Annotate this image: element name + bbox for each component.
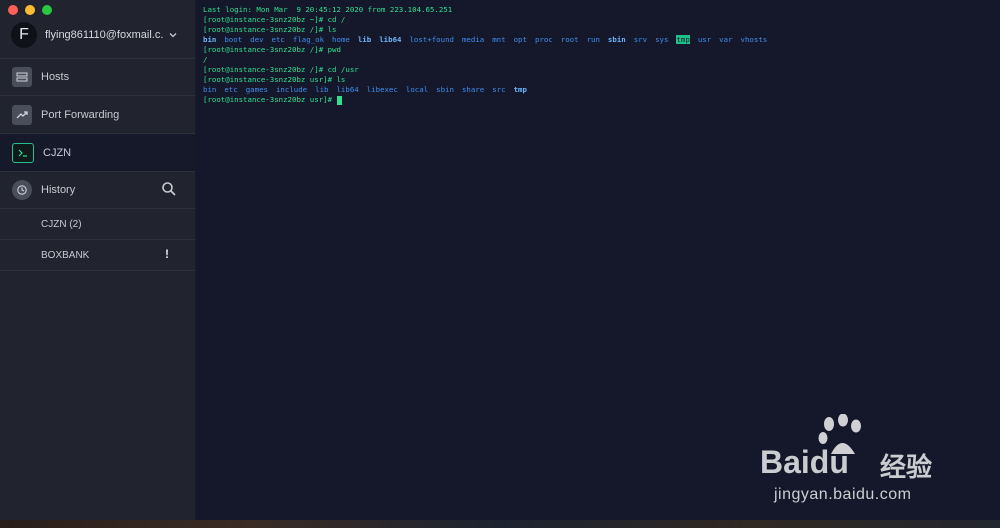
ls-entry: local bbox=[405, 85, 429, 94]
ls-entry: lib64 bbox=[379, 35, 402, 44]
terminal-icon bbox=[12, 142, 34, 163]
ls-entry: sbin bbox=[436, 85, 454, 94]
ls-entry: opt bbox=[513, 35, 527, 44]
sidebar-item-label: History bbox=[41, 183, 76, 196]
ls-entry: games bbox=[245, 85, 268, 94]
terminal-line: [root@instance-3snz20bz ~]# cd / bbox=[203, 15, 346, 24]
sidebar-item-label: Port Forwarding bbox=[41, 108, 120, 121]
ls-entry: sys bbox=[655, 35, 669, 44]
history-item[interactable]: CJZN (2) bbox=[0, 209, 195, 239]
sidebar-item-label: Hosts bbox=[41, 70, 70, 83]
ls-entry: usr bbox=[697, 35, 712, 44]
zoom-window-button[interactable] bbox=[42, 5, 52, 15]
terminal-line: [root@instance-3snz20bz /]# ls bbox=[203, 25, 337, 34]
watermark-cn: 经验 bbox=[880, 452, 933, 482]
ls-entry: share bbox=[461, 85, 485, 94]
ls-entry: boot bbox=[224, 35, 243, 44]
watermark-brand: Baidu bbox=[760, 444, 849, 480]
ls-entry: lib bbox=[315, 85, 329, 94]
ls-entry: vhosts bbox=[740, 35, 768, 44]
divider bbox=[0, 270, 195, 271]
ls-entry: flag_ok bbox=[292, 35, 325, 44]
ls-entry: etc bbox=[224, 85, 238, 94]
ls-entry: include bbox=[275, 85, 308, 94]
sidebar-item-hosts[interactable]: Hosts bbox=[0, 58, 195, 95]
ls-entry: bin bbox=[203, 85, 217, 94]
terminal-line: Last login: Mon Mar 9 20:45:12 2020 from… bbox=[203, 5, 453, 14]
history-item[interactable]: BOXBANK ! bbox=[0, 240, 195, 270]
terminal-line: [root@instance-3snz20bz /]# pwd bbox=[203, 45, 341, 54]
ls-entry: media bbox=[461, 35, 485, 44]
ls-entry: tmp bbox=[513, 85, 527, 94]
ls-entry: mnt bbox=[492, 35, 506, 44]
ls-entry: root bbox=[560, 35, 579, 44]
baidu-watermark: Baidu 经验 jingyan.baidu.com bbox=[760, 414, 970, 514]
ls-entry: run bbox=[586, 35, 600, 44]
history-item-label: CJZN (2) bbox=[41, 218, 82, 230]
history-item-label: BOXBANK bbox=[41, 249, 90, 261]
avatar: F bbox=[11, 22, 37, 48]
ls-entry: srv bbox=[633, 35, 648, 44]
ls-entry: lib64 bbox=[336, 85, 359, 94]
warning-badge: ! bbox=[165, 247, 169, 261]
history-icon bbox=[12, 179, 32, 200]
ls-entry: src bbox=[492, 85, 506, 94]
minimize-window-button[interactable] bbox=[25, 5, 35, 15]
terminal-line: / bbox=[203, 55, 208, 64]
ls-entry: home bbox=[332, 35, 350, 44]
window-controls bbox=[8, 5, 52, 15]
chevron-down-icon bbox=[169, 33, 177, 38]
terminal-line: [root@instance-3snz20bz /]# cd /usr bbox=[203, 65, 359, 74]
terminal-prompt: [root@instance-3snz20bz usr]# bbox=[203, 95, 337, 104]
sidebar: F flying861110@foxmail.c... Hosts Port F… bbox=[0, 0, 196, 528]
ls-output-usr: bin etc games include lib lib64 libexec local sb… bbox=[203, 85, 1000, 95]
search-icon[interactable] bbox=[161, 181, 177, 197]
sidebar-item-label: CJZN bbox=[43, 146, 72, 159]
ls-entry: etc bbox=[271, 35, 285, 44]
ls-entry: dev bbox=[250, 35, 264, 44]
account-switcher[interactable]: F flying861110@foxmail.c... bbox=[11, 21, 185, 49]
ls-entry: tmp bbox=[676, 35, 690, 44]
hosts-icon bbox=[12, 66, 32, 87]
ls-entry: var bbox=[719, 35, 733, 44]
ls-output-root: bin boot dev etc flag_ok home lib lib64 lost+fou… bbox=[203, 35, 1000, 45]
port-forwarding-icon bbox=[12, 104, 32, 125]
account-email: flying861110@foxmail.c... bbox=[45, 29, 163, 41]
ls-entry: lost+found bbox=[409, 35, 454, 44]
sidebar-item-port-forwarding[interactable]: Port Forwarding bbox=[0, 96, 195, 133]
terminal-line: [root@instance-3snz20bz usr]# ls bbox=[203, 75, 346, 84]
watermark-url: jingyan.baidu.com bbox=[774, 486, 912, 503]
terminal-cursor bbox=[336, 95, 342, 105]
ls-entry: libexec bbox=[366, 85, 398, 94]
close-window-button[interactable] bbox=[8, 5, 18, 15]
ls-entry: bin bbox=[203, 35, 217, 44]
desktop-strip bbox=[0, 520, 1000, 528]
ls-entry: lib bbox=[357, 35, 372, 44]
ls-entry: proc bbox=[534, 35, 553, 44]
terminal-prompt-line: [root@instance-3snz20bz usr]# bbox=[203, 95, 1000, 105]
sidebar-item-history[interactable]: History bbox=[0, 171, 195, 208]
sidebar-item-cjzn[interactable]: CJZN bbox=[0, 134, 195, 171]
ls-entry: sbin bbox=[607, 35, 626, 44]
